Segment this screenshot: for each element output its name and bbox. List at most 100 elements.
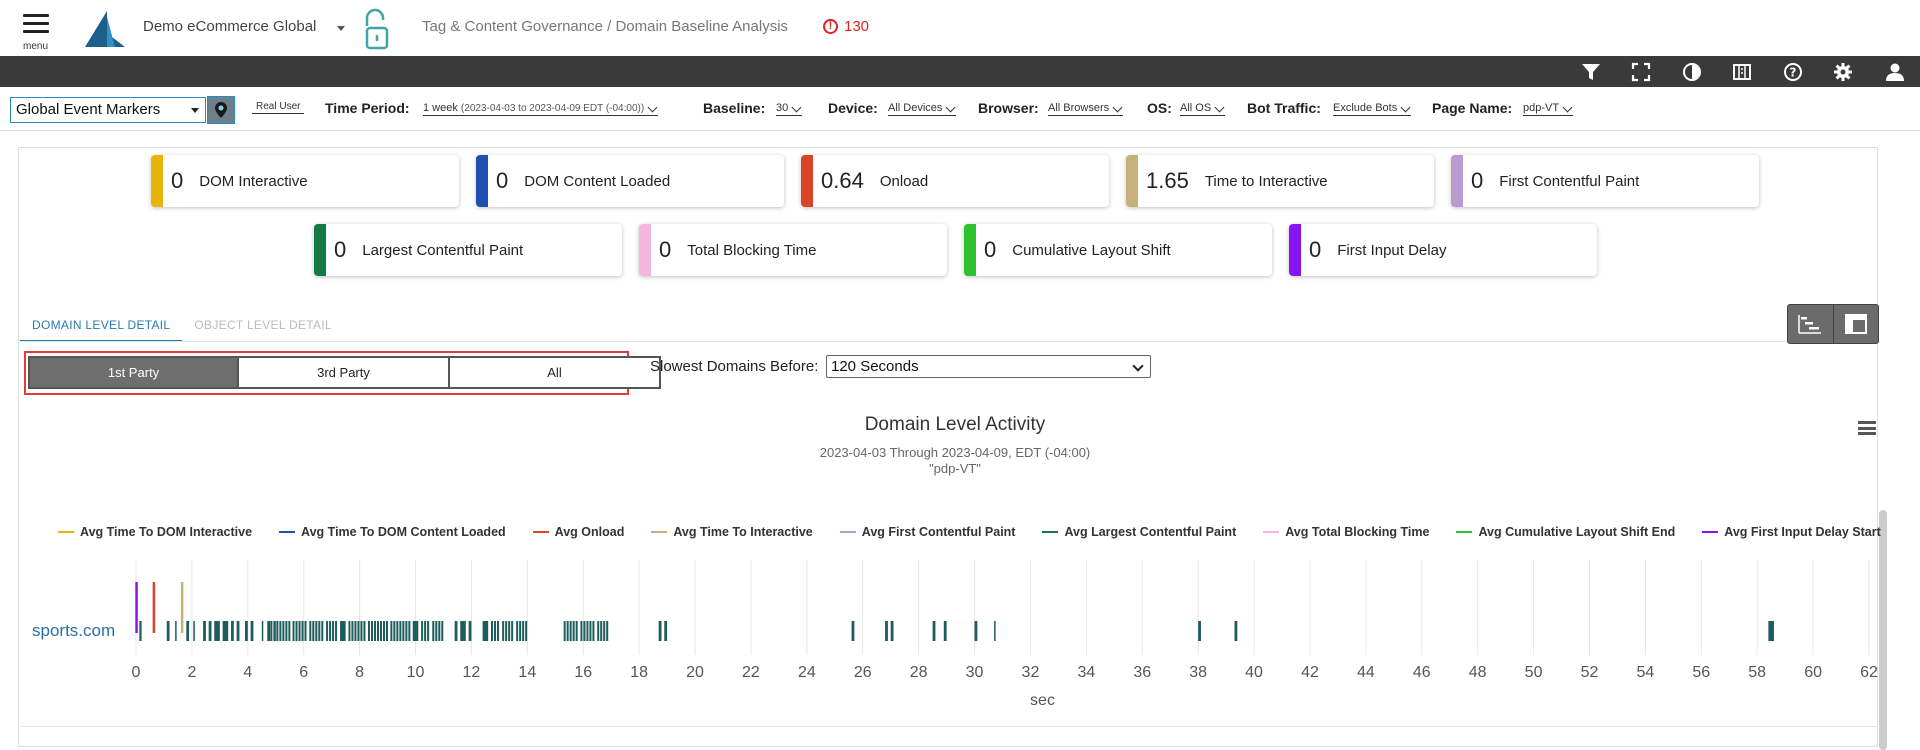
legend-item[interactable]: Avg First Input Delay Start (1702, 525, 1881, 539)
x-tick-label: 60 (1804, 664, 1822, 681)
table-view-button[interactable] (1832, 305, 1879, 343)
alert-count[interactable]: ! 130 (823, 18, 869, 35)
chart-subtitle-page: "pdp-VT" (929, 461, 981, 476)
activity-bar (245, 621, 248, 641)
activity-bar (597, 621, 600, 641)
legend-label: Avg Cumulative Layout Shift End (1478, 525, 1676, 539)
legend-label: Avg First Contentful Paint (861, 525, 1016, 539)
x-tick-label: 38 (1189, 664, 1207, 681)
x-tick-label: 44 (1357, 664, 1375, 681)
baseline-select[interactable]: 30 (776, 102, 803, 116)
x-tick-label: 52 (1581, 664, 1599, 681)
legend-item[interactable]: Avg Largest Contentful Paint (1042, 525, 1236, 539)
bot-traffic-select[interactable]: Exclude Bots (1333, 102, 1412, 116)
all-party-button[interactable]: All (450, 356, 661, 389)
activity-bar (583, 621, 586, 641)
x-tick-label: 26 (854, 664, 872, 681)
legend-label: Avg Time To DOM Interactive (80, 525, 253, 539)
time-period-select[interactable]: 1 week (2023-04-03 to 2023-04-09 EDT (-0… (423, 102, 659, 116)
metric-value: 0 (496, 168, 509, 193)
activity-bar (885, 621, 888, 641)
contrast-icon[interactable] (1682, 62, 1702, 82)
metric-card-onload: 0.64 Onload (801, 155, 1109, 207)
layout-icon (1844, 314, 1867, 334)
activity-bar (367, 621, 370, 641)
metric-name: Time to Interactive (1204, 172, 1328, 190)
browser-select[interactable]: All Browsers (1048, 102, 1124, 116)
activity-bar (175, 621, 177, 641)
activity-bar (292, 621, 295, 641)
metric-value: 0 (171, 168, 184, 193)
panel-divider (20, 726, 1880, 727)
location-pin-button[interactable] (207, 96, 235, 124)
metric-color-stripe (1289, 224, 1301, 276)
user-icon[interactable] (1885, 62, 1905, 82)
chart-title: Domain Level Activity (864, 414, 1046, 435)
x-tick-label: 4 (243, 664, 252, 681)
activity-bar (502, 621, 505, 641)
device-label: Device: (828, 100, 878, 116)
fullscreen-icon[interactable] (1631, 62, 1651, 82)
metric-name: Largest Contentful Paint (362, 241, 524, 259)
event-markers-select[interactable]: Global Event Markers (10, 97, 206, 123)
chevron-down-icon[interactable] (337, 26, 345, 31)
page-name-select[interactable]: pdp-VT (1523, 102, 1574, 116)
legend-item[interactable]: Avg Time To Interactive (651, 525, 813, 539)
x-tick-label: 54 (1636, 664, 1654, 681)
os-select[interactable]: All OS (1180, 102, 1226, 116)
legend-item[interactable]: Avg Time To DOM Content Loaded (279, 525, 506, 539)
x-tick-label: 16 (574, 664, 592, 681)
activity-bar (393, 621, 396, 641)
activity-bar (482, 621, 489, 641)
x-tick-label: 6 (299, 664, 308, 681)
waterfall-view-button[interactable] (1788, 305, 1833, 343)
slowest-domains-select[interactable]: 120 Seconds (826, 355, 1151, 378)
app-title[interactable]: Demo eCommerce Global (143, 18, 316, 35)
legend-item[interactable]: Avg Time To DOM Interactive (58, 525, 252, 539)
map-pin-icon (215, 102, 227, 118)
activity-bar (569, 621, 572, 641)
activity-bar (427, 621, 430, 641)
metric-name: Onload (879, 172, 929, 190)
real-user-toggle[interactable]: Real User (252, 101, 305, 114)
gear-icon[interactable] (1833, 62, 1853, 82)
time-period-range: (2023-04-03 to 2023-04-09 EDT (-04:00)) (460, 103, 645, 114)
help-icon[interactable]: ? (1783, 62, 1803, 82)
third-party-button[interactable]: 3rd Party (239, 356, 450, 389)
legend-label: Avg Total Blocking Time (1285, 525, 1430, 539)
waterfall-icon (1798, 315, 1822, 334)
x-tick-label: 30 (966, 664, 984, 681)
device-select[interactable]: All Devices (888, 102, 957, 116)
activity-bar (432, 621, 435, 641)
domain-activity-chart: 0 2 4 6 8 10 12 14 16 18 20 22 24 26 28 30 32 34 36 38 40 42 4… (32, 560, 1878, 709)
legend-item[interactable]: Avg Cumulative Layout Shift End (1456, 525, 1675, 539)
activity-bar (603, 621, 606, 641)
filter-icon[interactable] (1581, 62, 1601, 82)
chart-menu-icon[interactable] (1858, 421, 1876, 435)
columns-icon[interactable] (1732, 62, 1752, 82)
activity-bar (519, 621, 522, 641)
unlock-icon[interactable] (362, 8, 392, 50)
legend-item[interactable]: Avg Onload (532, 525, 624, 539)
legend-item[interactable]: Avg Total Blocking Time (1263, 525, 1429, 539)
menu-button[interactable]: menu (20, 12, 54, 52)
metric-color-stripe (1126, 155, 1138, 207)
x-tick-label: 46 (1413, 664, 1431, 681)
activity-bar (279, 621, 282, 641)
activity-bar (222, 621, 229, 641)
activity-bar (285, 621, 288, 641)
tab-domain-level-detail[interactable]: DOMAIN LEVEL DETAIL (20, 310, 183, 342)
activity-bar (606, 621, 609, 641)
x-tick-label: 42 (1301, 664, 1319, 681)
activity-bar (385, 621, 388, 641)
metric-card-dom-content-loaded: 0 DOM Content Loaded (476, 155, 784, 207)
alert-count-value: 130 (844, 18, 870, 35)
activity-bar (288, 621, 291, 641)
activity-bar (312, 621, 315, 641)
activity-bar (563, 621, 566, 641)
metric-name: DOM Content Loaded (524, 172, 671, 190)
metric-card-time-to-interactive: 1.65 Time to Interactive (1126, 155, 1434, 207)
first-party-button[interactable]: 1st Party (28, 356, 239, 389)
legend-item[interactable]: Avg First Contentful Paint (839, 525, 1016, 539)
tab-object-level-detail[interactable]: OBJECT LEVEL DETAIL (182, 310, 344, 342)
